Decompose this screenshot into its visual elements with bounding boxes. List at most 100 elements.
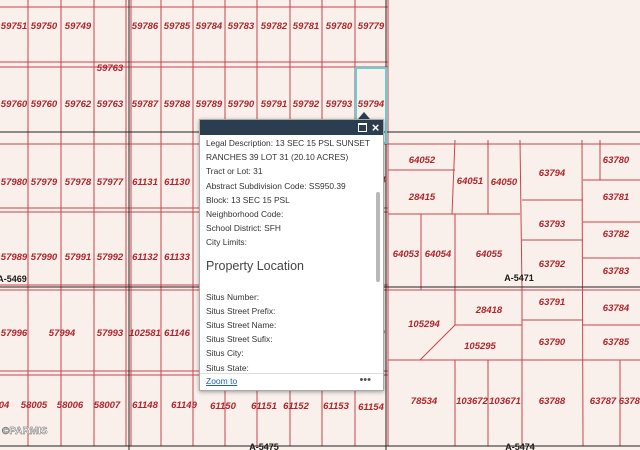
lot-label: 59794 bbox=[358, 99, 385, 110]
lot-label: 57977 bbox=[97, 177, 124, 188]
lot-label: 63791 bbox=[539, 297, 565, 308]
lot-label: 59760 bbox=[31, 99, 58, 110]
situs-street-name: Situs Street Name: bbox=[206, 320, 277, 331]
lot-label: 63782 bbox=[603, 229, 630, 240]
road-label: A-5469 bbox=[0, 274, 27, 284]
lot-label: 63783 bbox=[603, 266, 630, 277]
lot-label: 59749 bbox=[65, 21, 92, 32]
popup-body[interactable]: Legal Description: 13 SEC 15 PSL SUNSET … bbox=[200, 136, 383, 376]
lot-label: 63793 bbox=[539, 219, 566, 230]
lot-label: 78534 bbox=[411, 396, 438, 407]
popup-scrollbar[interactable] bbox=[376, 192, 380, 282]
lot-label: 61148 bbox=[132, 400, 158, 411]
lot-label: 103671 bbox=[489, 396, 521, 407]
road-label: A-5474 bbox=[505, 442, 535, 450]
lot-label: 59789 bbox=[196, 99, 223, 110]
lot-label: 59791 bbox=[261, 99, 287, 110]
lot-label: 63785 bbox=[603, 337, 630, 348]
map-watermark: ©PARMIS bbox=[2, 426, 48, 437]
lot-label: 57980 bbox=[1, 177, 28, 188]
legal-description-line-2: RANCHES 39 LOT 31 (20.10 ACRES) bbox=[206, 152, 349, 163]
popup-header: × bbox=[200, 120, 383, 135]
lot-label: 61153 bbox=[323, 401, 349, 412]
lot-label: 59780 bbox=[326, 21, 353, 32]
popup-pointer bbox=[358, 112, 370, 119]
school-district: School District: SFH bbox=[206, 223, 281, 234]
neighborhood-code: Neighborhood Code: bbox=[206, 209, 284, 220]
lot-label: 63789 bbox=[619, 396, 640, 407]
lot-label: 59779 bbox=[358, 21, 385, 32]
lot-label: 61149 bbox=[171, 400, 197, 411]
lot-label: 57993 bbox=[97, 328, 124, 339]
lot-label: 59750 bbox=[31, 21, 58, 32]
lot-label: 64052 bbox=[409, 155, 436, 166]
lot-label: 04 bbox=[0, 400, 10, 411]
lot-label: 64054 bbox=[425, 249, 452, 260]
lot-label: 102581 bbox=[129, 328, 161, 339]
lot-label: 64050 bbox=[491, 177, 518, 188]
more-options-icon[interactable]: ••• bbox=[359, 374, 371, 386]
lot-label: 61133 bbox=[164, 252, 190, 263]
lot-label: 59792 bbox=[293, 99, 320, 110]
lot-label: 61146 bbox=[164, 328, 190, 339]
lot-label: 63787 bbox=[590, 396, 617, 407]
block: Block: 13 SEC 15 PSL bbox=[206, 194, 290, 205]
lot-label: 57989 bbox=[1, 252, 28, 263]
lot-label: 57994 bbox=[49, 328, 76, 339]
lot-label: 59781 bbox=[293, 21, 319, 32]
situs-street-sufix: Situs Street Sufix: bbox=[206, 334, 273, 345]
lot-label: 59763 bbox=[97, 63, 124, 74]
lot-label: 58005 bbox=[21, 400, 48, 411]
lot-label: 59785 bbox=[164, 21, 191, 32]
lot-label: 59784 bbox=[196, 21, 223, 32]
zoom-to-link[interactable]: Zoom to bbox=[206, 376, 237, 386]
lot-label: 28418 bbox=[475, 305, 503, 316]
lot-label: 61131 bbox=[132, 177, 158, 188]
lot-label: 63792 bbox=[539, 259, 566, 270]
lot-label: 58007 bbox=[94, 400, 121, 411]
tract-or-lot: Tract or Lot: 31 bbox=[206, 166, 263, 177]
lot-label: 61150 bbox=[210, 401, 236, 412]
maximize-icon[interactable] bbox=[356, 121, 369, 134]
lot-label: 59751 bbox=[1, 21, 27, 32]
lot-label: 63790 bbox=[539, 337, 566, 348]
lot-label: 59790 bbox=[228, 99, 255, 110]
popup-content: Legal Description: 13 SEC 15 PSL SUNSET … bbox=[206, 136, 374, 375]
lot-label: 59787 bbox=[132, 99, 159, 110]
lot-label: 63781 bbox=[603, 192, 629, 203]
lot-label: 28415 bbox=[408, 192, 436, 203]
city-limits: City Limits: bbox=[206, 237, 247, 248]
road-label: A-5475 bbox=[249, 442, 279, 450]
situs-city: Situs City: bbox=[206, 348, 244, 359]
lot-label: 57978 bbox=[65, 177, 92, 188]
legal-description-line-1: Legal Description: 13 SEC 15 PSL SUNSET bbox=[206, 138, 371, 148]
lot-label: 64053 bbox=[393, 249, 420, 260]
lot-label: 63794 bbox=[539, 168, 566, 179]
lot-label: 59788 bbox=[164, 99, 191, 110]
lot-label: 61130 bbox=[164, 177, 190, 188]
road-label: A-5471 bbox=[504, 273, 534, 283]
lot-label: 61154 bbox=[358, 402, 384, 413]
lot-label: 57991 bbox=[65, 252, 91, 263]
lot-label: 57990 bbox=[31, 252, 58, 263]
property-popup: × Legal Description: 13 SEC 15 PSL SUNSE… bbox=[199, 119, 384, 391]
situs-street-prefix: Situs Street Prefix: bbox=[206, 305, 276, 316]
lot-label: 64055 bbox=[476, 249, 503, 260]
lot-label: 57992 bbox=[97, 252, 124, 263]
lot-label: 59760 bbox=[1, 99, 28, 110]
close-icon[interactable]: × bbox=[369, 121, 382, 134]
lot-label: 59793 bbox=[326, 99, 353, 110]
lot-label: 105294 bbox=[408, 319, 440, 330]
lot-label: 61151 bbox=[251, 401, 277, 412]
lot-label: 57996 bbox=[1, 328, 28, 339]
lot-label: 105295 bbox=[464, 341, 496, 352]
lot-label: 59763 bbox=[97, 99, 124, 110]
section-title: Property Location bbox=[206, 258, 304, 273]
lot-label: 61152 bbox=[283, 401, 309, 412]
abstract-subdivision-code: Abstract Subdivision Code: SS950.39 bbox=[206, 180, 346, 191]
lot-label: 63780 bbox=[603, 155, 630, 166]
lot-label: 59786 bbox=[132, 21, 159, 32]
lot-label: 61132 bbox=[132, 252, 158, 263]
lot-label: 59783 bbox=[228, 21, 255, 32]
lot-label: 103672 bbox=[456, 396, 488, 407]
